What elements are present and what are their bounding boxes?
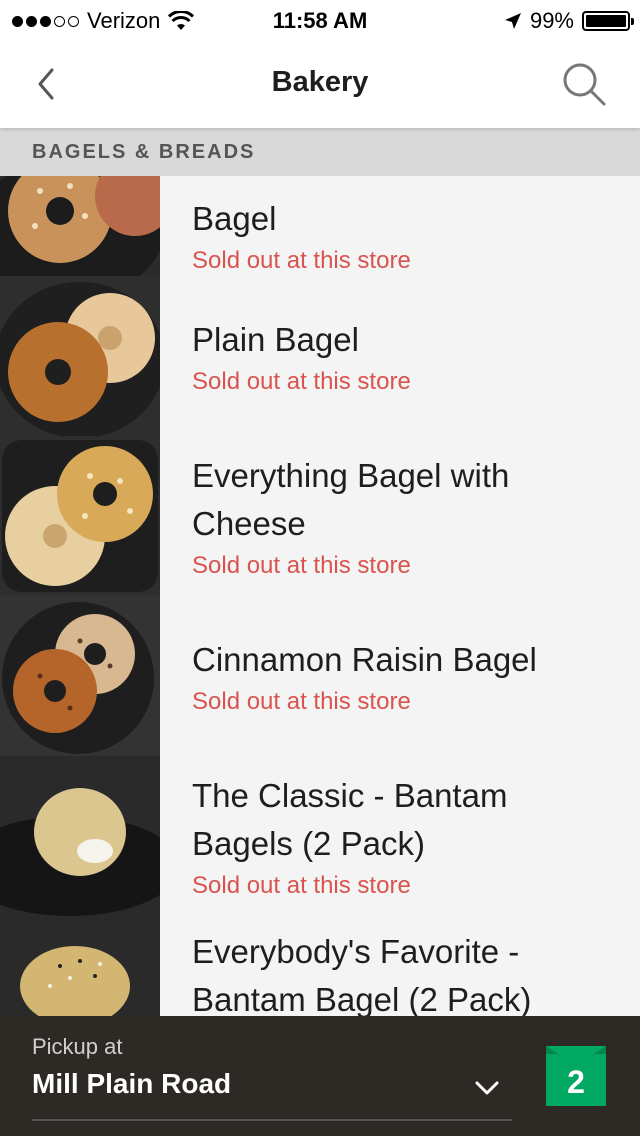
item-name: Everything Bagel with Cheese [192, 457, 510, 542]
search-icon [563, 63, 606, 106]
section-header: BAGELS & BREADS [0, 128, 640, 176]
battery-percent: 99% [529, 8, 574, 33]
list-item[interactable]: Everything Bagel with Cheese Sold out at… [0, 436, 640, 596]
item-status: Sold out at this store [192, 688, 411, 715]
bag-icon[interactable]: 2 [544, 1044, 608, 1108]
list-item[interactable]: Cinnamon Raisin Bagel Sold out at this s… [0, 596, 640, 756]
product-image [0, 276, 160, 436]
item-text: Bagel Sold out at this store [192, 195, 616, 275]
item-name: Everybody's Favorite - Bantam Bagel (2 P… [192, 933, 532, 1016]
location-arrow-icon [504, 13, 521, 29]
search-button[interactable] [560, 60, 610, 110]
product-image [0, 916, 160, 1016]
item-name: The Classic - Bantam Bagels (2 Pack) [192, 777, 508, 862]
item-status: Sold out at this store [192, 552, 411, 579]
list-item[interactable]: Bagel Sold out at this store [0, 176, 640, 276]
list-item[interactable]: Plain Bagel Sold out at this store [0, 276, 640, 436]
product-image [0, 596, 160, 756]
nav-bar: Bakery [0, 40, 640, 128]
chevron-down-icon[interactable] [472, 1076, 502, 1100]
item-status: Sold out at this store [192, 247, 411, 274]
store-selector[interactable]: Mill Plain Road [32, 1068, 231, 1100]
product-image [0, 176, 160, 276]
list-item[interactable]: The Classic - Bantam Bagels (2 Pack) Sol… [0, 756, 640, 916]
battery-icon [582, 11, 634, 31]
page-title: Bakery [271, 66, 369, 98]
item-text: Everybody's Favorite - Bantam Bagel (2 P… [192, 928, 616, 1016]
item-text: Plain Bagel Sold out at this store [192, 316, 616, 396]
item-text: Cinnamon Raisin Bagel Sold out at this s… [192, 636, 616, 716]
product-image [0, 756, 160, 916]
status-right: 99% [504, 8, 634, 34]
divider [32, 1119, 512, 1121]
item-status: Sold out at this store [192, 872, 411, 899]
status-bar: Verizon 11:58 AM 99% [0, 0, 640, 40]
item-text: The Classic - Bantam Bagels (2 Pack) Sol… [192, 772, 616, 900]
product-image [0, 436, 160, 596]
pickup-bar: Pickup at Mill Plain Road 2 [0, 1016, 640, 1136]
product-list[interactable]: Bagel Sold out at this store Plain Bagel… [0, 176, 640, 1016]
item-text: Everything Bagel with Cheese Sold out at… [192, 452, 616, 580]
list-item[interactable]: Everybody's Favorite - Bantam Bagel (2 P… [0, 916, 640, 1016]
item-name: Cinnamon Raisin Bagel [192, 641, 537, 678]
item-name: Plain Bagel [192, 321, 359, 358]
item-name: Bagel [192, 200, 277, 237]
item-status: Sold out at this store [192, 368, 411, 395]
bag-count: 2 [567, 1064, 585, 1100]
pickup-label: Pickup at [32, 1034, 123, 1059]
